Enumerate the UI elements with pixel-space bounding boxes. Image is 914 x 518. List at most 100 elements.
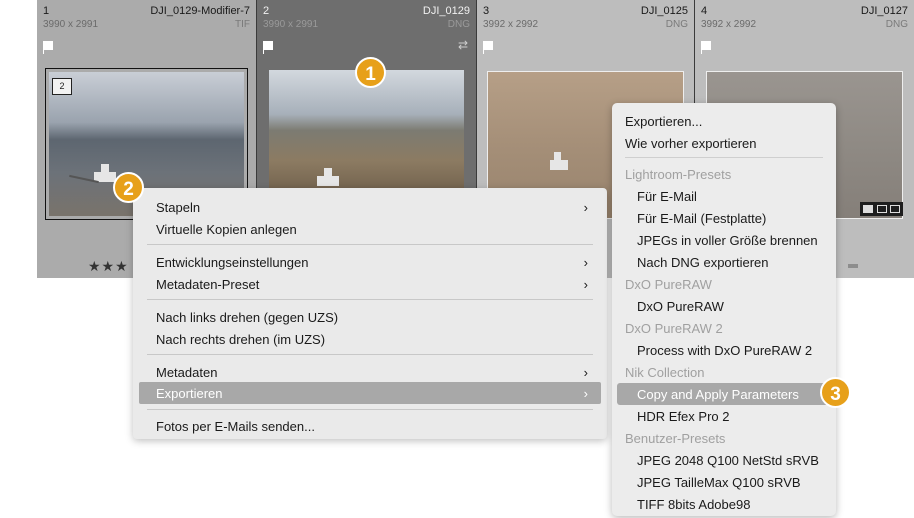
menu-item-metadata-preset[interactable]: Metadaten-Preset › <box>133 273 607 295</box>
menu-item-develop-settings[interactable]: Entwicklungseinstellungen › <box>133 251 607 273</box>
cell-dimensions: 3992 x 2992 <box>701 19 757 30</box>
submenu-item-hdr-efex-pro-2[interactable]: HDR Efex Pro 2 <box>612 405 836 427</box>
menu-item-rotate-left[interactable]: Nach links drehen (gegen UZS) <box>133 306 607 328</box>
stack-count-badge[interactable]: 2 <box>52 78 72 95</box>
ship-shape <box>324 168 332 177</box>
submenu-item-process-dxo-pureraw-2[interactable]: Process with DxO PureRAW 2 <box>612 339 836 361</box>
group-label: Nik Collection <box>625 365 705 380</box>
cell-dimensions: 3992 x 2992 <box>483 19 539 30</box>
submenu-item-label: HDR Efex Pro 2 <box>637 409 730 424</box>
submenu-item-dxo-pureraw[interactable]: DxO PureRAW <box>612 295 836 317</box>
callout-badge-3: 3 <box>820 377 851 408</box>
export-submenu: Exportieren... Wie vorher exportieren Li… <box>612 103 836 516</box>
cell-filename: DJI_0125 <box>640 5 688 17</box>
cell-index: 4 <box>701 5 708 17</box>
submenu-item-email-disk[interactable]: Für E-Mail (Festplatte) <box>612 207 836 229</box>
submenu-group-dxo-pureraw-2: DxO PureRAW 2 <box>612 317 836 339</box>
submenu-item-label: Nach DNG exportieren <box>637 255 769 270</box>
crop-badge-icon <box>877 205 887 213</box>
ship-shape <box>317 176 339 186</box>
chevron-right-icon: › <box>583 365 588 380</box>
menu-item-label: Exportieren <box>156 386 223 401</box>
submenu-item-label: Copy and Apply Parameters <box>637 387 799 402</box>
group-label: Lightroom-Presets <box>625 167 732 182</box>
submenu-item-burn-jpegs[interactable]: JPEGs in voller Größe brennen <box>612 229 836 251</box>
chevron-right-icon: › <box>583 200 588 215</box>
submenu-separator <box>625 157 823 158</box>
menu-item-label: Metadaten-Preset <box>156 277 260 292</box>
submenu-item-label: JPEGs in voller Größe brennen <box>637 233 818 248</box>
submenu-item-export-dng[interactable]: Nach DNG exportieren <box>612 251 836 273</box>
submenu-group-dxo-pureraw: DxO PureRAW <box>612 273 836 295</box>
develop-badge-icon <box>890 205 900 213</box>
submenu-item-label: JPEG TailleMax Q100 sRVB <box>637 475 801 490</box>
ship-shape <box>554 152 561 161</box>
star-rating[interactable]: ★★★ <box>88 258 129 275</box>
flag-icon[interactable] <box>483 41 493 54</box>
context-menu: Stapeln › Virtuelle Kopien anlegen Entwi… <box>133 188 607 439</box>
thumbnail[interactable] <box>269 70 464 196</box>
edit-badges <box>860 202 903 216</box>
submenu-item-export-previous[interactable]: Wie vorher exportieren <box>612 132 836 154</box>
cell-filename: DJI_0129 <box>422 5 470 17</box>
cell-index: 2 <box>263 5 270 17</box>
submenu-item-jpeg-taillemax[interactable]: JPEG TailleMax Q100 sRVB <box>612 471 836 493</box>
cell-rating-placeholder <box>848 264 858 268</box>
submenu-item-label: Für E-Mail (Festplatte) <box>637 211 767 226</box>
cell-index: 1 <box>43 5 50 17</box>
submenu-item-label: Process with DxO PureRAW 2 <box>637 343 813 358</box>
cell-filetype: DNG <box>885 19 908 30</box>
submenu-item-label: TIFF 8bits Adobe98 <box>637 497 751 512</box>
menu-item-label: Fotos per E-Mails senden... <box>156 419 315 434</box>
group-label: DxO PureRAW 2 <box>625 321 723 336</box>
cell-index: 3 <box>483 5 490 17</box>
menu-item-label: Virtuelle Kopien anlegen <box>156 222 297 237</box>
sync-icon: ⇄ <box>457 38 468 52</box>
menu-separator <box>147 354 593 355</box>
submenu-item-tiff-8bits[interactable]: TIFF 8bits Adobe98 <box>612 493 836 515</box>
menu-item-email-photos[interactable]: Fotos per E-Mails senden... <box>133 415 607 437</box>
menu-item-label: Nach links drehen (gegen UZS) <box>156 310 339 325</box>
group-label: DxO PureRAW <box>625 277 712 292</box>
cell-filename: DJI_0129-Modifier-7 <box>150 5 250 17</box>
submenu-item-jpeg-2048[interactable]: JPEG 2048 Q100 NetStd sRVB <box>612 449 836 471</box>
chevron-right-icon: › <box>583 255 588 270</box>
menu-separator <box>147 299 593 300</box>
metadata-badge-icon <box>863 205 873 213</box>
submenu-group-nik-collection: Nik Collection <box>612 361 836 383</box>
cell-filetype: DNG <box>665 19 688 30</box>
flag-icon[interactable] <box>701 41 711 54</box>
flag-icon[interactable] <box>263 41 273 54</box>
chevron-right-icon: › <box>583 386 588 401</box>
menu-item-label: Stapeln <box>156 200 201 215</box>
ship-shape <box>101 164 109 173</box>
cell-filetype: DNG <box>447 19 470 30</box>
menu-item-stapeln[interactable]: Stapeln › <box>133 196 607 218</box>
submenu-item-email[interactable]: Für E-Mail <box>612 185 836 207</box>
flag-icon[interactable] <box>43 41 53 54</box>
menu-item-virtual-copies[interactable]: Virtuelle Kopien anlegen <box>133 218 607 240</box>
menu-item-metadata[interactable]: Metadaten › <box>133 361 607 383</box>
submenu-item-label: DxO PureRAW <box>637 299 724 314</box>
menu-item-label: Entwicklungseinstellungen <box>156 255 309 270</box>
ship-shape <box>550 160 568 170</box>
submenu-item-export[interactable]: Exportieren... <box>612 110 836 132</box>
menu-item-export[interactable]: Exportieren › <box>139 382 601 404</box>
menu-item-rotate-right[interactable]: Nach rechts drehen (im UZS) <box>133 328 607 350</box>
cell-filename: DJI_0127 <box>860 5 908 17</box>
submenu-item-label: Exportieren... <box>625 114 703 129</box>
cell-dimensions: 3990 x 2991 <box>43 19 99 30</box>
menu-item-label: Metadaten <box>156 365 218 380</box>
menu-item-label: Nach rechts drehen (im UZS) <box>156 332 326 347</box>
callout-badge-2: 2 <box>113 172 144 203</box>
chevron-right-icon: › <box>583 277 588 292</box>
submenu-group-user-presets: Benutzer-Presets <box>612 427 836 449</box>
submenu-item-label: Für E-Mail <box>637 189 697 204</box>
submenu-item-copy-apply-parameters[interactable]: Copy and Apply Parameters <box>617 383 831 405</box>
cell-dimensions: 3990 x 2991 <box>263 19 319 30</box>
submenu-group-lightroom-presets: Lightroom-Presets <box>612 163 836 185</box>
submenu-item-label: Wie vorher exportieren <box>625 136 757 151</box>
menu-separator <box>147 409 593 410</box>
menu-separator <box>147 244 593 245</box>
submenu-item-label: JPEG 2048 Q100 NetStd sRVB <box>637 453 819 468</box>
